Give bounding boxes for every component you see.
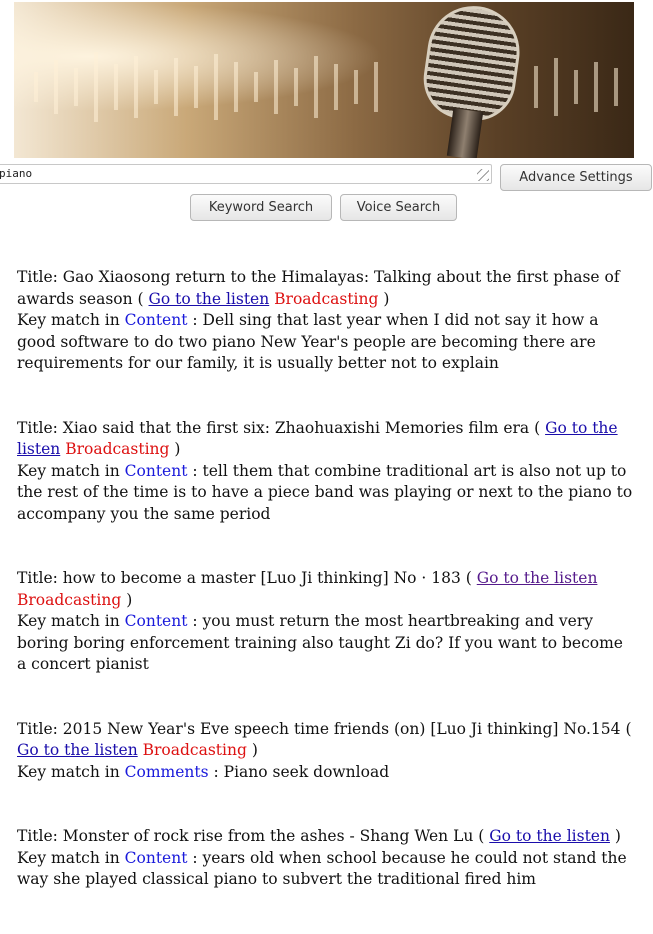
broadcasting-label: Broadcasting bbox=[60, 440, 170, 458]
microphone-icon bbox=[418, 2, 526, 126]
match-field: Content bbox=[124, 612, 188, 630]
result-title-line: Title: Monster of rock rise from the ash… bbox=[17, 827, 621, 845]
result-item: Title: 2015 New Year's Eve speech time f… bbox=[17, 719, 637, 784]
microphone-stand bbox=[446, 108, 484, 158]
listen-link[interactable]: Go to the listen bbox=[149, 290, 270, 308]
result-match-line: Key match in Content : tell them that co… bbox=[17, 461, 633, 523]
result-item: Title: Gao Xiaosong return to the Himala… bbox=[17, 267, 637, 375]
header-banner-image bbox=[14, 2, 634, 158]
listen-link[interactable]: Go to the listen bbox=[17, 741, 138, 759]
listen-link[interactable]: Go to the listen bbox=[477, 569, 598, 587]
result-title-line: Title: how to become a master [Luo Ji th… bbox=[17, 569, 598, 609]
match-field: Content bbox=[124, 461, 188, 480]
search-input-value: piano bbox=[0, 167, 33, 180]
result-item: Title: how to become a master [Luo Ji th… bbox=[17, 568, 637, 676]
match-field: Comments bbox=[124, 762, 209, 781]
result-item: Title: Xiao said that the first six: Zha… bbox=[17, 418, 637, 526]
result-title-line: Title: Xiao said that the first six: Zha… bbox=[17, 418, 618, 459]
match-snippet: : Piano seek download bbox=[208, 762, 390, 781]
result-match-line: Key match in Comments : Piano seek downl… bbox=[17, 762, 390, 781]
broadcasting-label: Broadcasting bbox=[137, 741, 247, 759]
match-field: Content bbox=[124, 848, 188, 867]
result-match-line: Key match in Content : years old when sc… bbox=[17, 848, 627, 889]
search-input[interactable]: piano bbox=[0, 164, 492, 184]
result-match-line: Key match in Content : Dell sing that la… bbox=[17, 311, 599, 372]
broadcasting-label: Broadcasting bbox=[269, 289, 379, 308]
result-match-line: Key match in Content : you must return t… bbox=[17, 612, 623, 673]
result-title-line: Title: Gao Xiaosong return to the Himala… bbox=[17, 268, 620, 308]
match-field: Content bbox=[124, 311, 188, 329]
keyword-search-button[interactable]: Keyword Search bbox=[190, 194, 332, 221]
voice-search-button[interactable]: Voice Search bbox=[340, 194, 457, 221]
advance-settings-button[interactable]: Advance Settings bbox=[500, 164, 652, 191]
results-list: Title: Gao Xiaosong return to the Himala… bbox=[17, 267, 637, 934]
result-item: Title: Monster of rock rise from the ash… bbox=[17, 826, 637, 891]
broadcasting-label: Broadcasting bbox=[17, 590, 122, 609]
resize-grip-icon[interactable] bbox=[477, 169, 489, 181]
result-title-line: Title: 2015 New Year's Eve speech time f… bbox=[17, 719, 632, 760]
listen-link[interactable]: Go to the listen bbox=[489, 827, 610, 845]
